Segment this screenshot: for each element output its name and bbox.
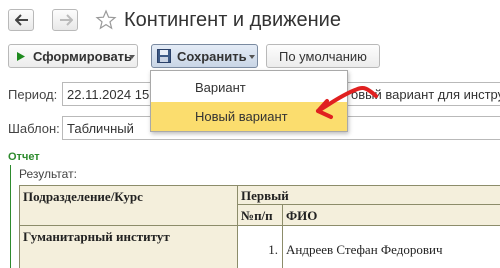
template-label: Шаблон:: [8, 121, 60, 136]
header-fio: ФИО: [283, 205, 500, 226]
chevron-down-icon[interactable]: [249, 55, 255, 59]
star-icon[interactable]: [95, 9, 117, 31]
section-divider: [10, 165, 11, 268]
floppy-disk-icon: [157, 49, 171, 63]
generate-label: Сформировать: [33, 49, 133, 64]
header-first: Первый: [238, 186, 500, 205]
chevron-down-icon[interactable]: [129, 55, 135, 59]
period-value: 22.11.2024 15:: [67, 87, 153, 102]
header-num: №п/п: [238, 205, 283, 226]
report-section-title: Отчет: [8, 151, 40, 163]
window-title: Контингент и движение: [124, 9, 341, 31]
default-label: По умолчанию: [279, 49, 367, 64]
arrow-right-icon: [60, 14, 73, 26]
arrow-left-icon: [15, 14, 28, 26]
play-icon: [17, 52, 25, 61]
forward-button[interactable]: [52, 9, 78, 31]
row-num: 1.: [238, 226, 283, 268]
generate-button[interactable]: Сформировать: [8, 44, 138, 68]
row-fio: Андреев Стефан Федорович: [283, 226, 500, 268]
result-label: Результат:: [19, 167, 77, 181]
default-button[interactable]: По умолчанию: [266, 44, 380, 68]
template-value: Табличный: [67, 121, 134, 136]
period-label: Период:: [8, 87, 58, 102]
annotation-arrow-icon: [316, 85, 378, 119]
save-button[interactable]: Сохранить: [151, 44, 258, 68]
period-field[interactable]: 22.11.2024 15:: [62, 82, 154, 106]
back-button[interactable]: [8, 9, 34, 31]
report-table[interactable]: Подразделение/Курс Первый №п/п ФИО Гуман…: [19, 185, 500, 268]
row-department: Гуманитарный институт: [20, 226, 238, 268]
save-label: Сохранить: [177, 49, 247, 64]
header-department: Подразделение/Курс: [20, 186, 238, 226]
